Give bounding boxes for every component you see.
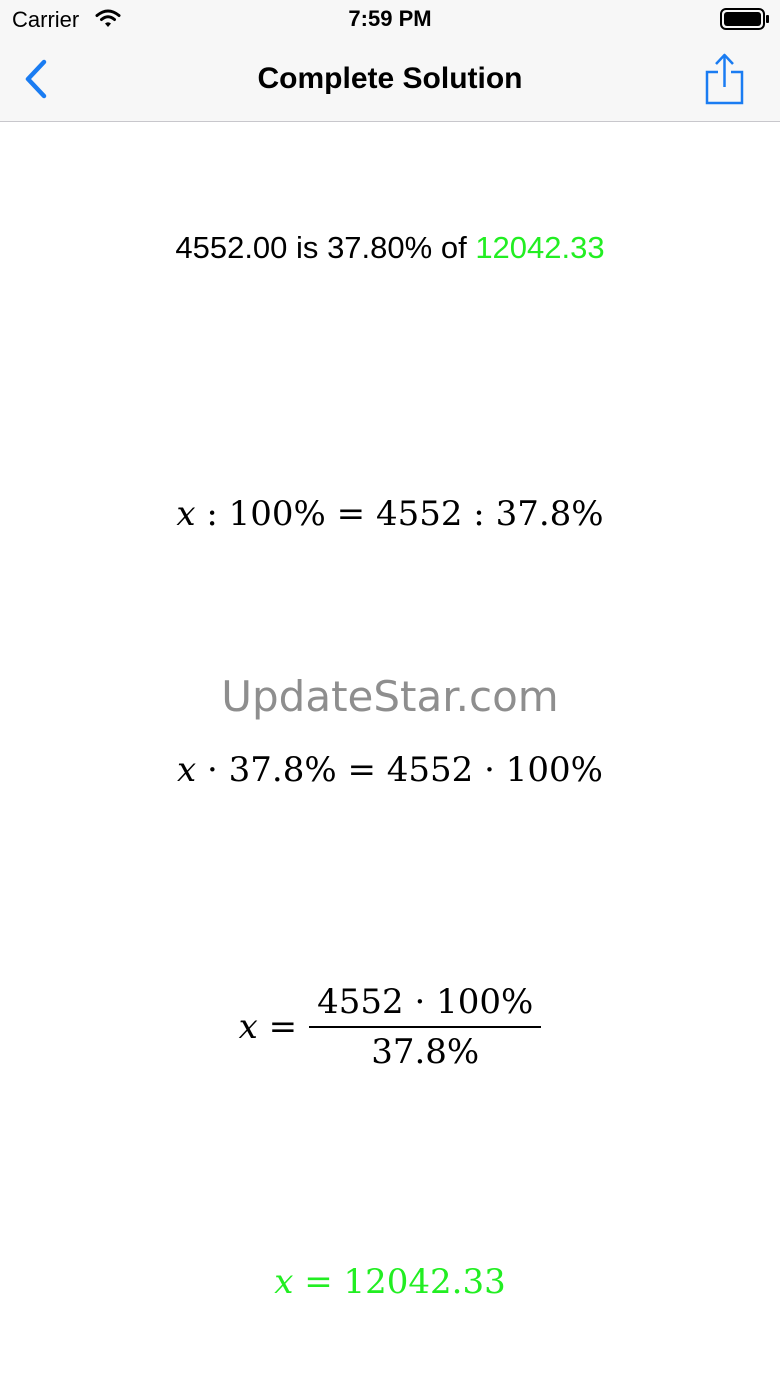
solution-content: 4552.00 is 37.80% of 12042.33 x : 100% =…: [0, 122, 780, 1387]
share-icon: [705, 53, 744, 105]
watermark: UpdateStar.com: [221, 672, 559, 721]
page-title: Complete Solution: [257, 62, 523, 95]
status-time: 7:59 PM: [348, 6, 432, 31]
summary-of: of: [440, 230, 467, 265]
fraction-lhs: x =: [239, 1007, 297, 1047]
status-bar: Carrier 7:59 PM: [0, 0, 780, 40]
equation-variable: x: [238, 1007, 258, 1047]
summary-result: 12042.33: [475, 230, 605, 265]
equation-proportion-rest: : 100% = 4552 : 37.8%: [195, 494, 604, 534]
navigation-bar: Complete Solution: [0, 40, 780, 122]
equation-cross-multiply-rest: · 37.8% = 4552 · 100%: [196, 750, 603, 790]
fraction-equals: =: [257, 1007, 298, 1047]
fraction-numerator: 4552 · 100%: [309, 982, 542, 1028]
share-button[interactable]: [698, 50, 752, 108]
fraction: 4552 · 100% 37.8%: [309, 982, 542, 1072]
equation-cross-multiply: x · 37.8% = 4552 · 100%: [0, 750, 780, 790]
equation-result: x = 12042.33: [0, 1262, 780, 1302]
summary-percent: 37.80%: [327, 230, 433, 265]
summary-is: is: [296, 230, 319, 265]
fraction-denominator: 37.8%: [371, 1032, 480, 1072]
summary-part: 4552.00: [175, 230, 288, 265]
equation-fraction: x = 4552 · 100% 37.8%: [0, 982, 780, 1072]
equation-result-rest: = 12042.33: [293, 1262, 506, 1302]
equation-variable: x: [176, 494, 196, 534]
summary-line: 4552.00 is 37.80% of 12042.33: [0, 230, 780, 266]
battery-icon: [720, 8, 769, 30]
equation-proportion: x : 100% = 4552 : 37.8%: [0, 494, 780, 534]
equation-variable: x: [274, 1262, 294, 1302]
equation-variable: x: [177, 750, 197, 790]
